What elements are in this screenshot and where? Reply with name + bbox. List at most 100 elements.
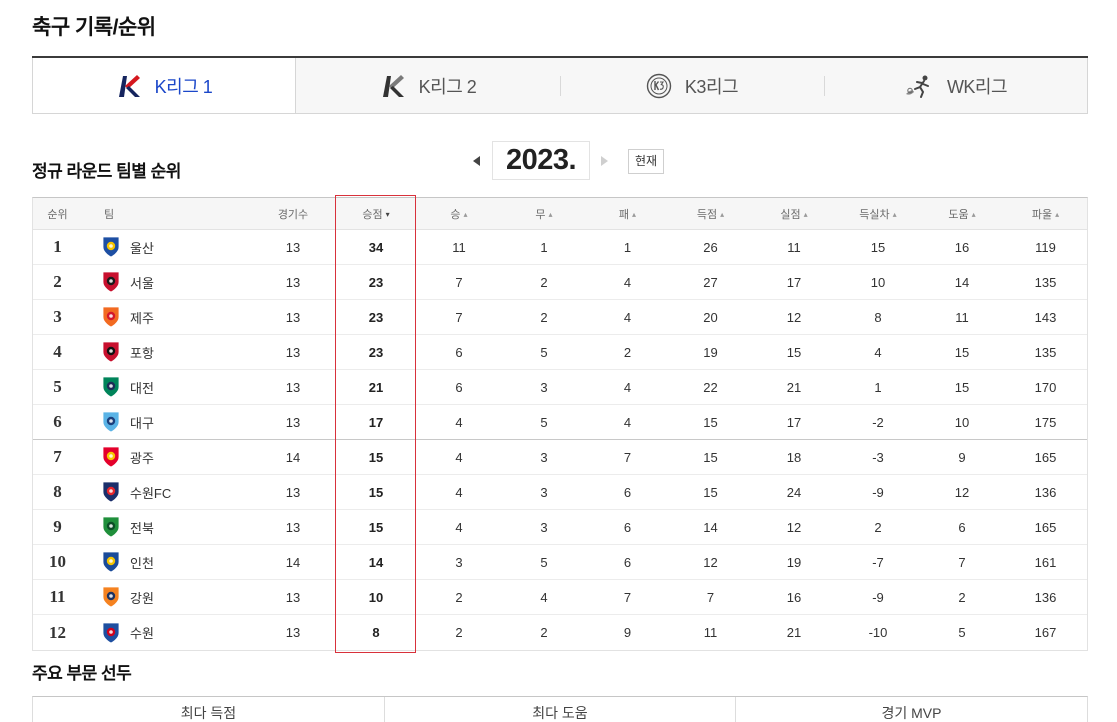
header-points[interactable]: 승점 ▾ [336,206,416,222]
header-wins[interactable]: 승 ▴ [416,206,502,222]
team-name[interactable]: 전북 [130,518,154,537]
draws-cell: 5 [540,554,548,570]
games-played-cell: 14 [285,554,301,570]
assists-cell: 11 [955,309,969,325]
points-cell: 15 [368,449,384,465]
header-fouls[interactable]: 파울 ▴ [1004,206,1087,222]
losses-cell: 4 [623,274,632,290]
wk-league-logo-icon [904,74,934,98]
losses-cell: 6 [623,484,632,500]
games-played-cell: 13 [285,484,301,500]
assists-cell: 15 [954,344,970,360]
tab-k3-league[interactable]: K3리그 [560,58,824,114]
points-cell: 21 [368,379,384,395]
fouls-cell: 165 [1034,449,1057,465]
team-name[interactable]: 수원 [130,623,154,642]
goals-for-cell: 19 [703,344,718,360]
rank-cell: 5 [53,377,62,396]
assists-cell: 9 [958,449,966,465]
draws-cell: 3 [540,484,548,500]
games-played-cell: 13 [285,274,301,290]
table-row: 6 대구 13 17 4 5 4 15 17 -2 10 175 [33,405,1087,440]
team-name[interactable]: 포항 [130,343,154,362]
games-played-cell: 13 [285,344,301,360]
points-cell: 17 [368,414,384,430]
team-name[interactable]: 서울 [130,273,154,292]
season-year: 2023. [492,141,590,180]
goals-against-cell: 16 [786,589,802,605]
tab-k-league-1[interactable]: K리그 1 [32,58,296,114]
team-cell: 서울 [82,271,250,293]
table-header: 순위 팀 경기수 승점 ▾ 승 ▴ 무 ▴ 패 ▴ 득점 ▴ 실점 ▴ 득실차 ▴ 도움 ▴ 파… [33,198,1087,230]
header-goal-difference[interactable]: 득실차 ▴ [836,206,920,222]
pohang-steelers-emblem-icon [101,341,121,363]
header-losses[interactable]: 패 ▴ [586,206,669,222]
losses-cell: 4 [623,379,632,395]
goals-for-cell: 22 [703,379,718,395]
k-league-2-logo-icon [380,73,406,99]
goal-difference-cell: 4 [874,344,882,360]
sort-asc-icon: ▴ [1055,209,1060,219]
league-tabs: K리그 1 K리그 2 K3리그 WK리그 [32,56,1088,114]
team-name[interactable]: 대구 [130,413,154,432]
standings-title: 정규 라운드 팀별 순위 [32,162,181,181]
current-season-button[interactable]: 현재 [628,149,664,174]
team-name[interactable]: 수원FC [130,483,171,502]
goals-for-cell: 27 [703,274,718,290]
team-name[interactable]: 인천 [130,553,154,572]
goals-against-cell: 18 [786,449,802,465]
tab-wk-league[interactable]: WK리그 [824,58,1088,114]
header-draws[interactable]: 무 ▴ [502,206,586,222]
goals-against-cell: 17 [786,414,802,430]
team-cell: 강원 [82,586,250,608]
sort-asc-icon: ▴ [892,209,897,219]
goal-difference-cell: 15 [870,239,886,255]
assists-cell: 5 [958,625,966,640]
draws-cell: 2 [540,309,548,325]
team-name[interactable]: 광주 [130,448,154,467]
tab-top-assists[interactable]: 최다 도움 [384,697,735,722]
header-goals-for[interactable]: 득점 ▴ [669,206,752,222]
draws-cell: 2 [540,274,548,290]
rank-cell: 12 [49,622,66,642]
daegu-fc-emblem-icon [101,411,121,433]
page-title: 축구 기록/순위 [32,16,156,39]
assists-cell: 6 [958,519,966,535]
team-name[interactable]: 울산 [130,238,154,257]
header-label: 득실차 [859,208,890,221]
table-row: 4 포항 13 23 6 5 2 19 15 4 15 135 [33,335,1087,370]
points-cell: 23 [368,309,384,325]
wins-cell: 4 [455,449,463,465]
wins-cell: 4 [455,414,463,430]
goal-difference-cell: 10 [870,274,886,290]
tab-match-mvp[interactable]: 경기 MVP [735,697,1087,722]
team-cell: 대전 [82,376,250,398]
header-assists[interactable]: 도움 ▴ [920,206,1004,222]
points-cell: 23 [368,344,384,360]
rank-cell: 8 [53,482,62,501]
wins-cell: 6 [455,344,463,360]
team-name[interactable]: 대전 [130,378,154,397]
team-name[interactable]: 제주 [130,308,154,327]
fouls-cell: 135 [1034,344,1057,360]
header-goals-against[interactable]: 실점 ▴ [752,206,836,222]
games-played-cell: 14 [285,449,301,465]
losses-cell: 4 [623,414,632,430]
tab-divider [824,76,825,96]
assists-cell: 16 [954,239,970,255]
goals-for-cell: 11 [703,625,718,640]
header-rank: 순위 [47,208,68,221]
rank-cell: 3 [53,307,62,326]
rank-cell: 4 [53,342,62,361]
wins-cell: 7 [455,274,463,290]
fouls-cell: 161 [1034,554,1057,570]
fouls-cell: 119 [1035,239,1056,255]
k-league-1-logo-icon [116,73,142,99]
tab-k-league-2[interactable]: K리그 2 [296,58,560,114]
tab-top-scorers[interactable]: 최다 득점 [33,697,384,722]
triangle-left-icon[interactable] [473,156,480,166]
team-name[interactable]: 강원 [130,588,154,607]
goal-difference-cell: -3 [872,449,884,465]
goal-difference-cell: 1 [874,379,882,395]
header-label: 파울 [1031,208,1053,221]
